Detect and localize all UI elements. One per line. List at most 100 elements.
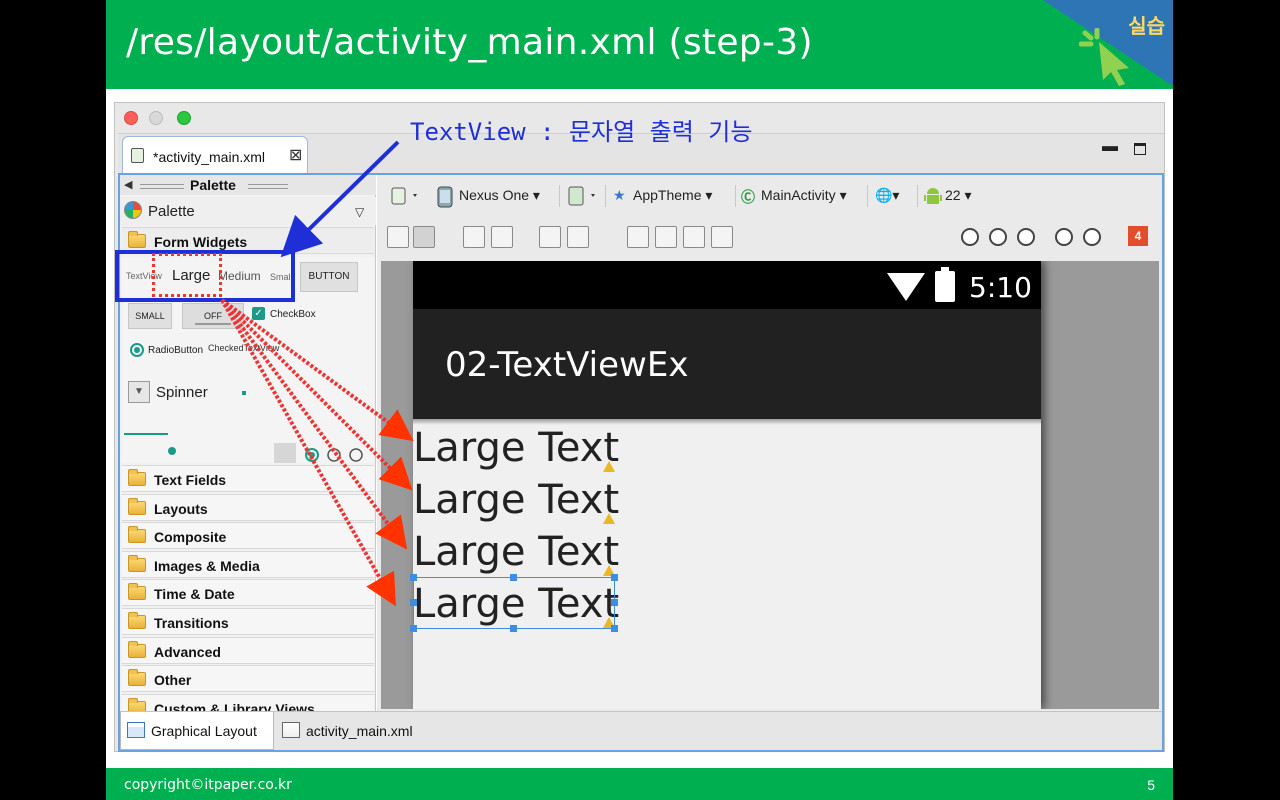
layout-option-2-button[interactable] (655, 226, 677, 248)
folder-label: Other (154, 672, 192, 689)
folder-icon (128, 612, 146, 629)
folder-advanced[interactable]: Advanced (122, 636, 374, 664)
collapse-arrow-icon[interactable]: ◀ (124, 178, 132, 191)
toolbar-separator (917, 185, 918, 207)
editor-tab-label: *activity_main.xml (153, 149, 266, 165)
orientation-icon[interactable] (567, 185, 599, 207)
activity-c-icon: Ⓒ (741, 189, 755, 205)
tab-activity-main-xml[interactable]: activity_main.xml (276, 712, 430, 750)
folder-time-date[interactable]: Time & Date (122, 579, 374, 607)
widget-button[interactable]: BUTTON (300, 262, 358, 292)
palette-header: ◀ Palette (120, 175, 376, 195)
toolbar-separator (605, 185, 606, 207)
maximize-view-icon[interactable] (1134, 143, 1146, 155)
vertical-split-button[interactable] (387, 226, 409, 248)
gravity-button[interactable] (567, 226, 589, 248)
resize-handle[interactable] (410, 599, 417, 606)
zoom-100-icon[interactable] (1017, 228, 1035, 246)
margins-button[interactable] (539, 226, 561, 248)
close-tab-icon[interactable]: ⊠ (289, 145, 302, 165)
theme-selector[interactable]: AppTheme ▾ (633, 187, 712, 204)
widget-spinner[interactable]: Spinner (156, 384, 208, 401)
dropdown-triangle-icon[interactable]: ▽ (355, 205, 364, 219)
folder-icon (128, 583, 146, 601)
resize-handle[interactable] (410, 625, 417, 632)
resize-handle[interactable] (510, 574, 517, 581)
horizontal-split-button[interactable] (413, 226, 435, 248)
toolbar-separator (867, 185, 868, 207)
widget-small-button[interactable]: SMALL (128, 303, 172, 329)
editor-tab-activity-main[interactable]: *activity_main.xml ⊠ (122, 136, 308, 174)
widget-checked-text-view[interactable]: CheckedTextView (208, 343, 279, 353)
error-count-badge[interactable]: 4 (1128, 226, 1148, 246)
widget-progress-dot[interactable] (242, 391, 246, 395)
tab-label: Graphical Layout (151, 723, 257, 739)
zoom-real-size-icon[interactable] (989, 228, 1007, 246)
folder-transitions[interactable]: Transitions (122, 608, 374, 635)
palette-grip (140, 184, 184, 189)
folder-icon (128, 554, 146, 572)
text-view-1[interactable]: Large Text (413, 425, 619, 471)
editor-bottom-tabs: Graphical Layout activity_main.xml (120, 711, 1162, 750)
zoom-to-fit-icon[interactable] (961, 228, 979, 246)
widget-radio-button[interactable]: RadioButton (148, 345, 203, 356)
folder-composite[interactable]: Composite (122, 522, 374, 550)
minimize-window-button[interactable] (149, 111, 163, 125)
folder-images-media[interactable]: Images & Media (122, 550, 374, 578)
app-title: 02-TextViewEx (445, 345, 689, 385)
folder-other[interactable]: Other (122, 665, 374, 693)
api-level: 22 (945, 187, 961, 203)
zoom-out-icon[interactable] (1055, 228, 1073, 246)
folder-icon (128, 497, 146, 515)
folder-layouts[interactable]: Layouts (122, 493, 374, 521)
close-window-button[interactable] (124, 111, 138, 125)
battery-icon (935, 267, 955, 302)
tab-graphical-layout[interactable]: Graphical Layout (120, 712, 274, 750)
layout-option-4-button[interactable] (711, 226, 733, 248)
xml-source-icon (282, 722, 300, 738)
slide-title-bar: /res/layout/activity_main.xml (step-3) 실… (106, 0, 1173, 89)
zoom-window-button[interactable] (177, 111, 191, 125)
palette-icon (124, 201, 142, 219)
annotation-label: TextView : 문자열 출력 기능 (410, 118, 753, 146)
locale-globe-icon[interactable]: 🌐▾ (875, 187, 899, 204)
widget-checkbox[interactable]: CheckBox (270, 309, 316, 320)
cursor-icon (1079, 28, 1129, 86)
resize-handle[interactable] (611, 625, 618, 632)
fill-width-button[interactable] (463, 226, 485, 248)
folder-label: Images & Media (154, 557, 260, 574)
api-level-selector[interactable]: 22 ▾ (945, 187, 972, 204)
resize-handle[interactable] (510, 625, 517, 632)
device-selector[interactable]: Nexus One ▾ (459, 187, 540, 204)
selection-box (410, 574, 618, 632)
minimize-view-icon[interactable]: ▬ (1102, 138, 1118, 156)
text-view-2[interactable]: Large Text (413, 477, 619, 523)
toolbar-separator (559, 185, 560, 207)
widget-seekbar[interactable] (124, 433, 168, 435)
layout-option-1-button[interactable] (627, 226, 649, 248)
zoom-in-icon[interactable] (1083, 228, 1101, 246)
palette-dropdown[interactable]: Palette ▽ (120, 197, 376, 225)
canvas-panel: Nexus One ▾ ★ AppTheme ▾ Ⓒ MainActivity … (377, 175, 1162, 711)
folder-icon (128, 469, 146, 486)
resize-handle[interactable] (410, 574, 417, 581)
slide-footer: copyright©itpaper.co.kr 5 (106, 768, 1173, 800)
config-toolbar: Nexus One ▾ ★ AppTheme ▾ Ⓒ MainActivity … (377, 175, 1162, 217)
star-theme-icon: ★ (613, 187, 626, 203)
widget-toggle-button[interactable]: OFF (182, 303, 244, 329)
text-view-3[interactable]: Large Text (413, 529, 619, 575)
warning-icon[interactable] (603, 461, 615, 472)
layout-option-3-button[interactable] (683, 226, 705, 248)
folder-label: Layouts (154, 500, 208, 517)
resize-handle[interactable] (611, 599, 618, 606)
fill-height-button[interactable] (491, 226, 513, 248)
layout-canvas: 5:10 02-TextViewEx Large Text Large Text… (381, 261, 1159, 709)
folder-icon (128, 640, 146, 658)
config-file-icon[interactable] (391, 187, 421, 205)
warning-icon[interactable] (603, 513, 615, 524)
activity-selector[interactable]: MainActivity ▾ (761, 187, 847, 204)
folder-label: Transitions (154, 615, 229, 631)
widget-radio-group[interactable] (274, 443, 374, 463)
folder-text-fields[interactable]: Text Fields (122, 465, 374, 492)
resize-handle[interactable] (611, 574, 618, 581)
